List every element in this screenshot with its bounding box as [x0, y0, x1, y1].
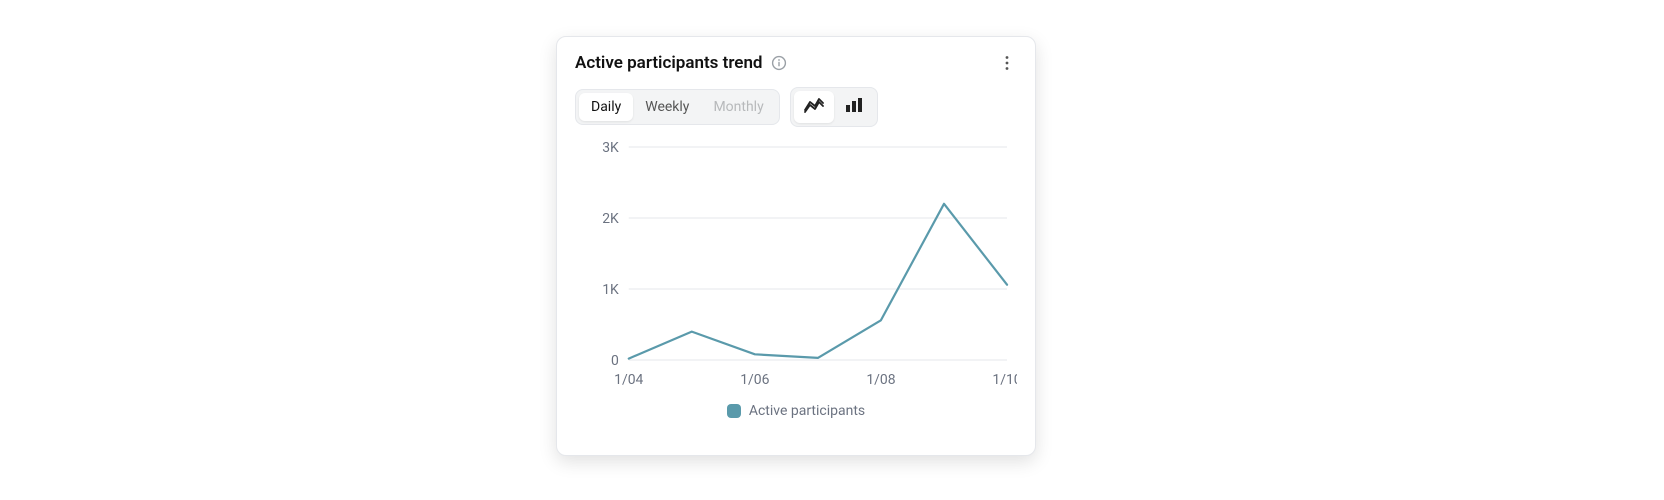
x-tick-label: 1/08: [866, 372, 895, 388]
y-tick-label: 2K: [602, 211, 619, 227]
line-chart: 0 1K 2K 3K 1/04 1/06 1/08 1/10: [575, 137, 1017, 396]
participants-trend-card: Active participants trend: [556, 36, 1036, 456]
chart-legend: Active participants: [575, 403, 1017, 419]
bar-chart-icon: [844, 96, 864, 118]
x-tick-label: 1/10: [992, 372, 1017, 388]
interval-segmented-control: Daily Weekly Monthly: [575, 89, 780, 125]
y-tick-label: 1K: [602, 282, 619, 298]
y-tick-label: 0: [611, 353, 619, 369]
controls-row: Daily Weekly Monthly: [575, 87, 1017, 127]
bar-chart-toggle[interactable]: [834, 91, 874, 123]
x-tick-label: 1/06: [740, 372, 769, 388]
card-title: Active participants trend: [575, 53, 763, 73]
chart-type-segmented-control: [790, 87, 878, 127]
tab-daily[interactable]: Daily: [579, 93, 633, 121]
x-tick-label: 1/04: [614, 372, 643, 388]
tab-weekly[interactable]: Weekly: [633, 93, 701, 121]
y-tick-label: 3K: [602, 140, 619, 156]
tab-monthly: Monthly: [701, 93, 775, 121]
info-icon[interactable]: [771, 55, 787, 71]
more-options-button[interactable]: [997, 53, 1017, 73]
legend-swatch: [727, 404, 741, 418]
legend-label: Active participants: [749, 403, 865, 419]
card-header: Active participants trend: [575, 53, 1017, 73]
line-chart-icon: [804, 96, 824, 118]
chart-area: 0 1K 2K 3K 1/04 1/06 1/08 1/10: [575, 137, 1017, 397]
line-chart-toggle[interactable]: [794, 91, 834, 123]
